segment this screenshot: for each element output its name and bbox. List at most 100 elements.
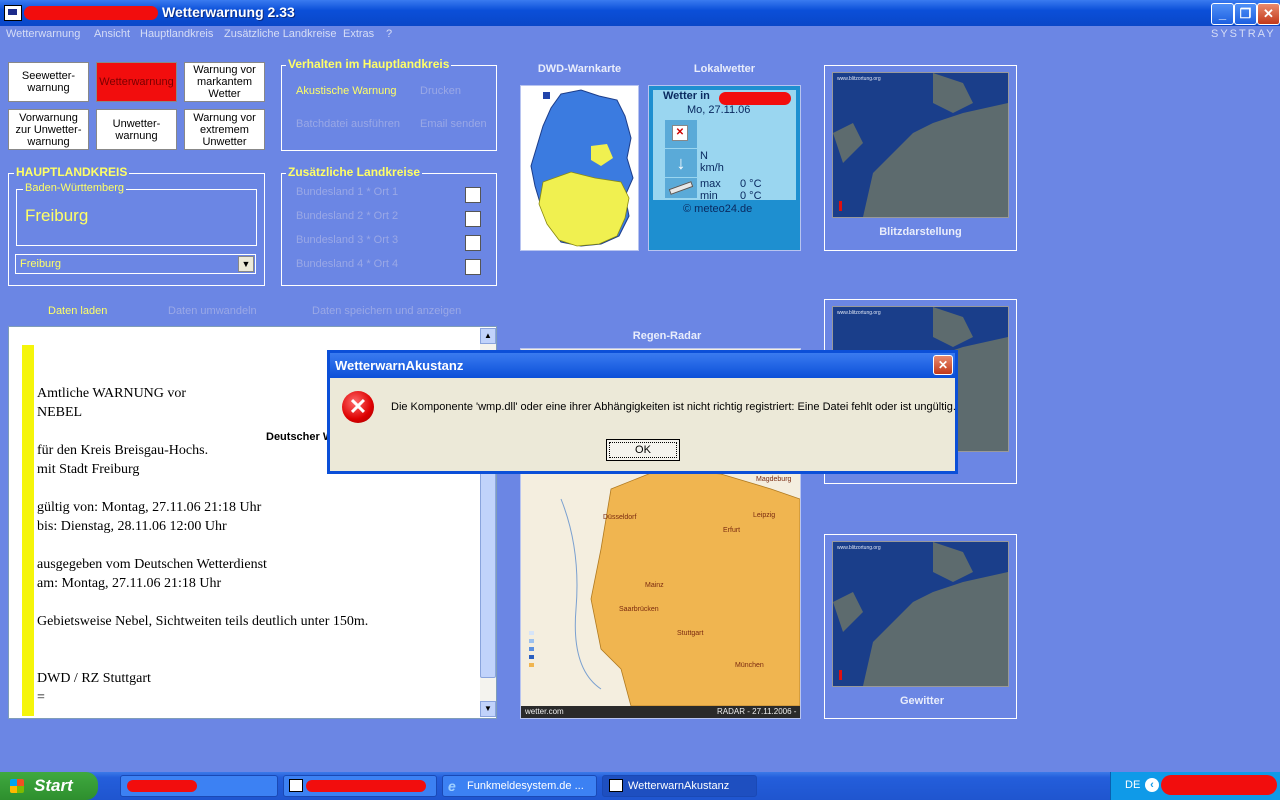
ie-icon: e xyxy=(448,778,456,794)
broken-image-icon: ✕ xyxy=(672,125,688,141)
menu-zusaetzliche-landkreise[interactable]: Zusätzliche Landkreise xyxy=(224,28,337,40)
verhalten-title: Verhalten im Hauptlandkreis xyxy=(286,57,452,71)
warntext-line-7: ausgegeben vom Deutschen Wetterdienst xyxy=(37,557,267,572)
warntext-line-11: = xyxy=(37,690,45,705)
taskbar-item-2[interactable] xyxy=(283,775,437,797)
maximize-button[interactable]: ❐ xyxy=(1234,3,1257,25)
vorwarnung-unwetter-button[interactable]: Vorwarnung zur Unwetter- warnung xyxy=(8,109,89,150)
batchdatei-option[interactable]: Batchdatei ausführen xyxy=(296,118,400,130)
wetterwarnung-button[interactable]: Wetterwarnung xyxy=(96,62,177,102)
taskbar-item-ie[interactable]: e Funkmeldesystem.de ... xyxy=(442,775,597,797)
verhalten-group xyxy=(281,65,497,151)
zusatz-checkbox-2[interactable] xyxy=(465,211,481,227)
menu-ansicht[interactable]: Ansicht xyxy=(94,28,130,40)
error-dialog[interactable]: WetterwarnAkustanz ✕ ✕ Die Komponente 'w… xyxy=(327,350,958,474)
dialog-title: WetterwarnAkustanz xyxy=(335,358,464,373)
taskbar-item-wetterwarn[interactable]: WetterwarnAkustanz xyxy=(602,775,757,797)
city-label: Mainz xyxy=(645,582,664,589)
zusatz-checkbox-3[interactable] xyxy=(465,235,481,251)
zusatz-item-4: Bundesland 4 * Ort 4 xyxy=(296,258,399,270)
drucken-option[interactable]: Drucken xyxy=(420,85,461,97)
city-label: Leipzig xyxy=(753,512,775,519)
title-bar[interactable]: Wetterwarnung 2.33 _ ❐ ✕ xyxy=(0,0,1280,26)
city-label: Stuttgart xyxy=(677,630,704,637)
thermometer-icon xyxy=(665,178,697,198)
error-icon: ✕ xyxy=(342,391,374,423)
blitz-site-label: www.blitzortung.org xyxy=(837,76,881,82)
redacted-title-prefix xyxy=(24,6,158,20)
radar-footer-right: RADAR - 27.11.2006 - xyxy=(717,707,797,716)
wind-direction: N xyxy=(700,150,708,162)
city-label: Düsseldorf xyxy=(603,514,637,521)
start-label: Start xyxy=(34,776,73,795)
email-senden-option[interactable]: Email senden xyxy=(420,118,487,130)
menu-hauptlandkreis[interactable]: Hauptlandkreis xyxy=(140,28,213,40)
menu-wetterwarnung[interactable]: Wetterwarnung xyxy=(6,28,80,40)
close-button[interactable]: ✕ xyxy=(1257,3,1280,25)
warning-level-bar xyxy=(22,345,34,716)
dwd-warnkarte-map[interactable] xyxy=(520,85,639,251)
gewitter-title: Gewitter xyxy=(899,695,944,707)
scroll-down-icon[interactable]: ▼ xyxy=(480,701,496,717)
hauptlandkreis-title: HAUPTLANDKREIS xyxy=(14,165,130,179)
daten-umwandeln-link[interactable]: Daten umwandeln xyxy=(168,305,257,317)
gewitter-site-label: www.blitzortung.org xyxy=(837,545,881,551)
akustische-warnung-option[interactable]: Akustische Warnung xyxy=(296,85,396,97)
weather-icon-box: ✕ xyxy=(665,120,697,148)
dialog-close-button[interactable]: ✕ xyxy=(933,355,953,375)
daten-speichern-link[interactable]: Daten speichern und anzeigen xyxy=(312,305,461,317)
dialog-title-bar[interactable]: WetterwarnAkustanz ✕ xyxy=(330,353,955,378)
city-label: München xyxy=(735,662,764,669)
lokalwetter-panel[interactable]: Wetter in Mo, 27.11.06 ✕ ↓ N km/h max 0 … xyxy=(648,85,801,251)
bundesland-label: Baden-Württemberg xyxy=(23,182,127,194)
language-indicator[interactable]: DE xyxy=(1125,779,1140,791)
germany-warn-map xyxy=(530,89,634,247)
warntext-line-5: gültig von: Montag, 27.11.06 21:18 Uhr xyxy=(37,500,262,515)
scroll-thumb[interactable] xyxy=(480,448,496,678)
lokalwetter-date: Mo, 27.11.06 xyxy=(687,104,751,116)
warntext-line-1: Amtliche WARNUNG vor xyxy=(37,386,187,401)
minimize-button[interactable]: _ xyxy=(1211,3,1234,25)
taskbar-item-wetterwarn-label: WetterwarnAkustanz xyxy=(628,780,730,792)
redacted-task-1 xyxy=(127,780,197,792)
warntext-line-3: für den Kreis Breisgau-Hochs. xyxy=(37,443,209,458)
seewetter-warnung-button[interactable]: Seewetter- warnung xyxy=(8,62,89,102)
app-icon xyxy=(609,779,623,792)
wind-unit: km/h xyxy=(700,162,724,174)
warntext-line-2: NEBEL xyxy=(37,405,83,420)
dialog-ok-button[interactable]: OK xyxy=(606,439,680,461)
menu-extras[interactable]: Extras xyxy=(343,28,374,40)
temp-min-label: min xyxy=(700,190,718,202)
redacted-task-2 xyxy=(306,780,426,792)
warntext-line-9: Gebietsweise Nebel, Sichtweiten teils de… xyxy=(37,614,369,629)
menu-systray[interactable]: SYSTRAY xyxy=(1211,28,1276,40)
warnung-extremes-unwetter-button[interactable]: Warnung vor extremem Unwetter xyxy=(184,109,265,150)
system-tray: DE ‹ xyxy=(1110,772,1280,800)
start-button[interactable]: Start xyxy=(0,772,98,800)
windows-logo-icon xyxy=(10,779,24,793)
temp-max-label: max xyxy=(700,178,721,190)
stadt-label: Freiburg xyxy=(25,206,89,225)
landkreis-select[interactable]: Freiburg ▼ xyxy=(15,254,256,274)
tray-expand-icon[interactable]: ‹ xyxy=(1145,778,1159,792)
menu-help[interactable]: ? xyxy=(386,28,392,40)
scroll-up-icon[interactable]: ▲ xyxy=(480,328,496,344)
taskbar-item-ie-label: Funkmeldesystem.de ... xyxy=(467,780,584,792)
app-icon[interactable] xyxy=(4,5,22,21)
city-label: Saarbrücken xyxy=(619,606,659,613)
temp-max-value: 0 °C xyxy=(740,178,762,190)
unwetterwarnung-button[interactable]: Unwetter- warnung xyxy=(96,109,177,150)
landkreis-select-value: Freiburg xyxy=(20,258,61,270)
chevron-down-icon[interactable]: ▼ xyxy=(238,256,254,272)
taskbar-item-1[interactable] xyxy=(120,775,278,797)
blitz-map[interactable]: www.blitzortung.org xyxy=(832,72,1009,218)
zusatz-item-3: Bundesland 3 * Ort 3 xyxy=(296,234,399,246)
zusatz-checkbox-1[interactable] xyxy=(465,187,481,203)
menu-bar: Wetterwarnung Ansicht Hauptlandkreis Zus… xyxy=(0,26,1280,44)
radar-footer-left: wetter.com xyxy=(525,707,564,716)
warnung-markantes-wetter-button[interactable]: Warnung vor markantem Wetter xyxy=(184,62,265,102)
zusatz-checkbox-4[interactable] xyxy=(465,259,481,275)
gewitter-map[interactable]: www.blitzortung.org xyxy=(832,541,1009,687)
daten-laden-link[interactable]: Daten laden xyxy=(48,305,107,317)
window-title: Wetterwarnung 2.33 xyxy=(162,4,295,20)
